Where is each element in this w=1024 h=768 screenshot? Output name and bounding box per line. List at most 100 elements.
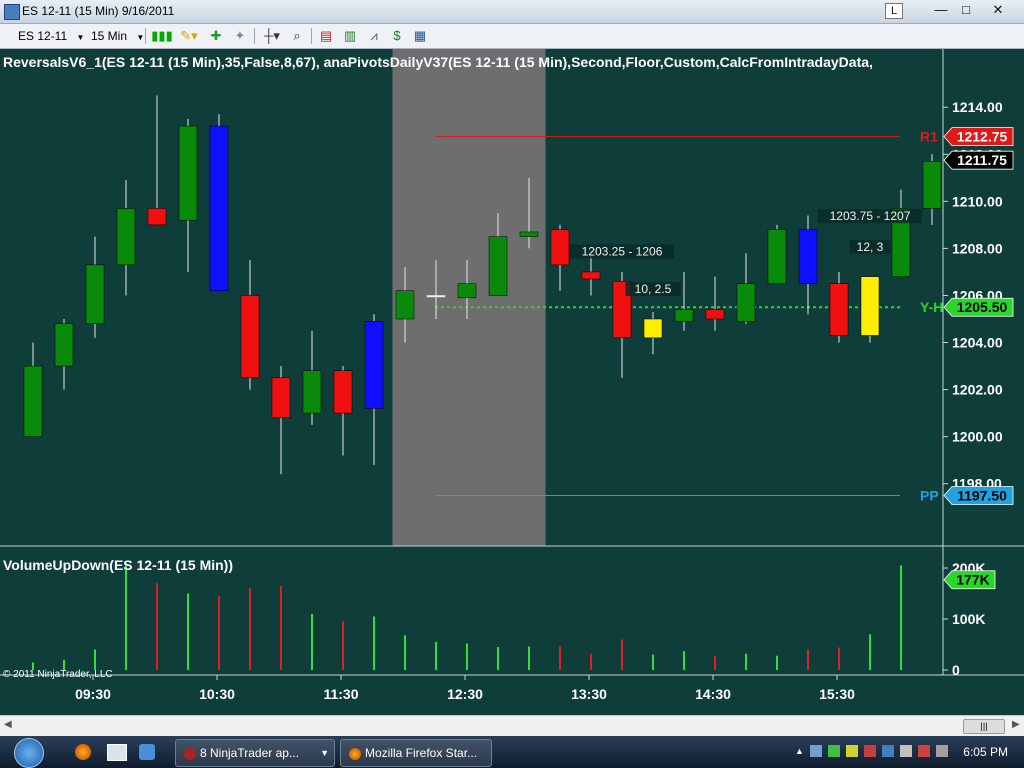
chart-trader-icon[interactable]: ▤ [318,28,334,44]
price-tick-label: 1210.00 [952,193,1003,209]
yh-price-tag: 1205.50 [957,299,1008,315]
taskbar: 8 NinjaTrader ap... ▼ Mozilla Firefox St… [0,736,1024,768]
annotation-label: 1203.75 - 1207 [830,209,911,223]
candle-body [364,321,384,409]
pp-price-tag: 1197.50 [957,487,1007,503]
candle-body [488,236,508,296]
price-tick-label: 1214.00 [952,99,1003,115]
taskbar-app-label: 8 NinjaTrader ap... [200,746,299,760]
firefox-quicklaunch-icon[interactable] [75,744,91,760]
crosshair-icon[interactable]: ┼▾ [260,28,284,44]
tray-app-icon[interactable] [846,745,858,757]
signal-icon[interactable] [828,745,840,757]
line-chart-icon[interactable]: ⩘ [366,28,382,44]
firefox-icon [349,747,361,760]
network-icon[interactable] [810,745,822,757]
taskbar-app-firefox[interactable]: Mozilla Firefox Star... [340,739,492,767]
ninjatrader-icon [184,747,196,760]
taskbar-app-ninjatrader[interactable]: 8 NinjaTrader ap... ▼ [175,739,335,767]
link-button[interactable]: L [885,3,903,19]
minimize-button[interactable]: — [928,1,954,19]
dollar-icon[interactable]: $ [389,28,405,44]
start-button[interactable] [14,738,44,768]
candle-body [860,276,880,336]
security-icon[interactable] [918,745,930,757]
system-clock: 6:05 PM [963,745,1008,759]
bar-style-icon[interactable]: ▮▮▮ [150,28,174,44]
close-button[interactable]: ✕ [985,1,1011,19]
candle-body [581,271,601,280]
toolbar-separator [311,28,312,44]
zoom-icon[interactable]: ⌕ [289,28,305,44]
toolbar-separator [254,28,255,44]
tray-app-icon[interactable] [900,745,912,757]
instrument-selector[interactable]: ES 12-11 ▼ [18,27,86,45]
candle-body [674,309,694,322]
pencil-icon[interactable]: ✎▾ [178,28,200,44]
time-tick-label: 13:30 [571,686,607,702]
window-titlebar: ES 12-11 (15 Min) 9/16/2011 L — □ ✕ [0,0,1024,24]
annotation-label: 10, 2.5 [635,282,672,296]
candle-body [457,283,477,299]
time-tick-label: 09:30 [75,686,111,702]
price-chart-panel[interactable]: R1 Y-H PP 1203.25 - 1206 10, 2.5 1203.75 - 1… [0,49,1024,715]
annotation-label: 1203.25 - 1206 [582,244,663,258]
horizontal-scrollbar[interactable]: ◀ ||| ▶ [0,715,1024,736]
candle-body [333,370,353,414]
r1-price-tag: 1212.75 [957,129,1008,145]
volume-icon[interactable] [936,745,948,757]
chart-canvas[interactable]: R1 Y-H PP 1203.25 - 1206 10, 2.5 1203.75 - 1… [0,49,1024,715]
maximize-button[interactable]: □ [953,1,979,19]
tray-app-icon[interactable] [882,745,894,757]
chart-toolbar: ES 12-11 ▼ 15 Min ▼ ▮▮▮ ✎▾ ✚ ✦ ┼▾ ⌕ ▤ ▥ … [0,24,1024,49]
candle-body [302,370,322,414]
show-desktop-icon[interactable] [107,744,127,761]
candle-body [705,309,725,320]
candle-body [209,125,229,292]
interval-selector[interactable]: 15 Min ▼ [91,27,147,45]
window-title: ES 12-11 (15 Min) 9/16/2011 [22,4,175,18]
properties-icon[interactable]: ▦ [412,28,428,44]
time-tick-label: 14:30 [695,686,731,702]
price-tick-label: 1202.00 [952,382,1003,398]
annotation-label: 12, 3 [857,240,884,254]
volume-last-tag: 177K [956,572,989,588]
candle-body [178,125,198,221]
volume-tick-label: 0 [952,662,960,678]
taskbar-app-label: Mozilla Firefox Star... [365,746,478,760]
candle-body [767,229,787,284]
ie-quicklaunch-icon[interactable] [139,744,155,760]
indicator-header: ReversalsV6_1(ES 12-11 (15 Min),35,False… [3,54,873,70]
scroll-left-icon[interactable]: ◀ [4,719,12,730]
strategy-icon[interactable]: ✦ [232,28,248,44]
price-tick-label: 1208.00 [952,240,1003,256]
time-tick-label: 11:30 [323,686,358,702]
candle-body [426,295,446,298]
candle-body [23,365,43,437]
scroll-thumb[interactable]: ||| [963,719,1005,734]
candle-body [829,283,849,336]
candle-body [54,323,74,367]
pivot-level-label: PP [920,487,939,503]
candles-icon[interactable]: ▥ [342,28,358,44]
candle-body [147,208,167,226]
app-icon [4,4,20,20]
candle-body [922,161,942,209]
tray-expand-icon[interactable]: ▲ [795,746,804,756]
volume-header: VolumeUpDown(ES 12-11 (15 Min)) [3,557,233,573]
time-tick-label: 12:30 [447,686,483,702]
add-indicator-icon[interactable]: ✚ [208,28,224,44]
chevron-down-icon: ▼ [320,748,329,758]
scroll-right-icon[interactable]: ▶ [1012,719,1020,730]
last-price-tag: 1211.75 [957,152,1007,168]
tray-app-icon[interactable] [864,745,876,757]
time-tick-label: 10:30 [199,686,235,702]
candle-body [395,290,415,320]
price-tick-label: 1204.00 [952,335,1003,351]
candle-body [736,283,756,322]
chevron-down-icon: ▼ [76,33,85,42]
interval-label: 15 Min [91,29,128,43]
chevron-down-icon: ▼ [136,33,145,42]
pivot-level-label: Y-H [920,299,943,315]
candle-body [240,295,260,379]
